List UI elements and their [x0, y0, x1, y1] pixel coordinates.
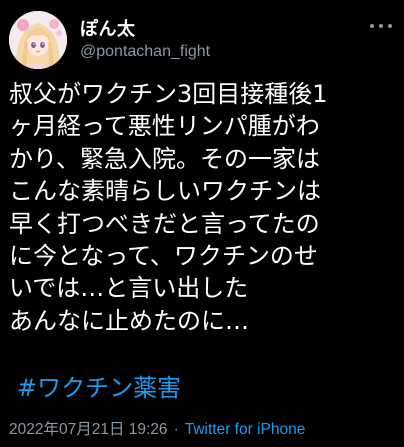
more-dot	[388, 24, 392, 28]
tweet-text-line: ヶ月経って悪性リンパ腫がわ	[9, 112, 320, 141]
tweet-text-line: いでは…と言い出した	[9, 274, 249, 303]
tweet: ぽん太 @pontachan_fight 叔父がワクチン3回目接種後1 ヶ月経っ…	[0, 0, 404, 447]
tweet-text-line: かり、緊急入院。その一家は	[9, 144, 321, 173]
display-name[interactable]: ぽん太	[80, 15, 136, 41]
more-horizontal-icon[interactable]	[370, 18, 392, 34]
anime-girl-avatar-icon	[9, 11, 67, 69]
meta-separator: ·	[173, 421, 179, 438]
hashtag-link[interactable]: #ワクチン薬害	[17, 373, 181, 403]
tweet-meta: 2022年07月21日 19:26 · Twitter for iPhone	[9, 417, 305, 439]
tweet-text-line: こんな素晴らしいワクチンは	[9, 177, 321, 206]
timestamp[interactable]: 2022年07月21日 19:26	[9, 421, 168, 438]
tweet-text-line: あんなに止めたのに…	[9, 306, 249, 335]
avatar[interactable]	[9, 11, 67, 69]
source-link[interactable]: Twitter for iPhone	[185, 421, 306, 438]
tweet-text: 叔父がワクチン3回目接種後1 ヶ月経って悪性リンパ腫がわ かり、緊急入院。その一…	[9, 78, 401, 337]
more-dot	[370, 24, 374, 28]
user-handle[interactable]: @pontachan_fight	[80, 43, 210, 61]
tweet-text-line: に今となって、ワクチンのせ	[9, 241, 318, 270]
more-dot	[379, 24, 383, 28]
tweet-text-line: 叔父がワクチン3回目接種後1	[9, 80, 328, 108]
tweet-text-line: 早く打つべきだと言ってたの	[9, 209, 320, 238]
